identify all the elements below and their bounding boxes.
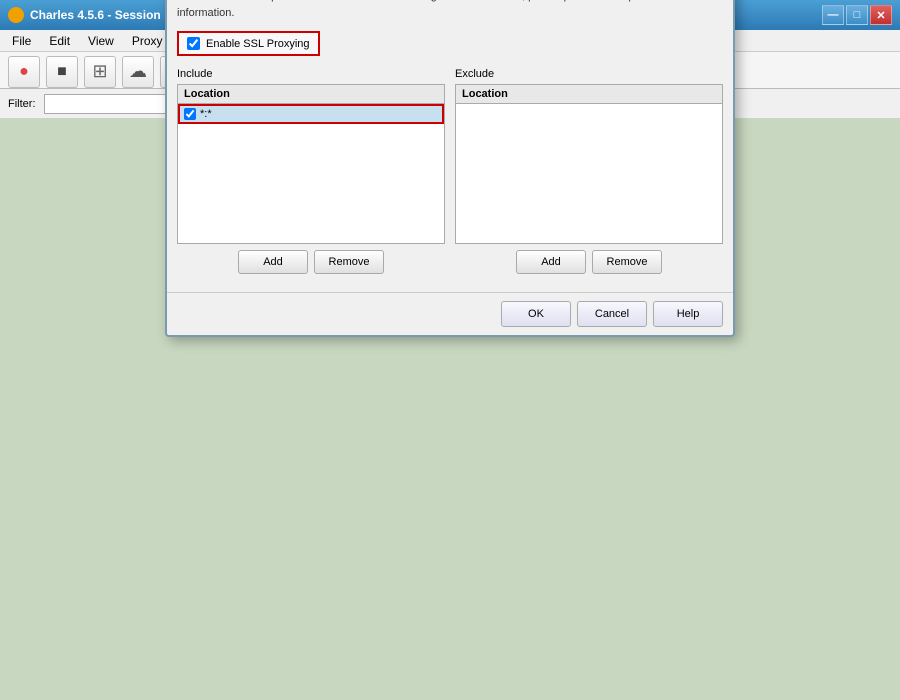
app-icon [8,7,24,23]
include-panel-buttons: Add Remove [177,250,445,274]
include-row-0-value: *:* [200,108,212,120]
ssl-proxying-dialog: S SSL Proxying Settings ✕ SSL Proxying S… [165,0,735,337]
include-remove-button[interactable]: Remove [314,250,384,274]
panels-row: Include Location *:* Add Remove [177,68,723,274]
minimize-button[interactable]: — [822,5,844,25]
cloud-button[interactable]: ☁ [122,56,154,88]
exclude-add-button[interactable]: Add [516,250,586,274]
browse-button[interactable]: ⊞ [84,56,116,88]
menu-edit[interactable]: Edit [41,32,78,50]
record-button[interactable]: ● [8,56,40,88]
include-column-header: Location [178,85,444,104]
exclude-location-table: Location [455,84,723,244]
app-close-button[interactable]: ✕ [870,5,892,25]
enable-ssl-checkbox[interactable] [187,37,200,50]
menu-file[interactable]: File [4,32,39,50]
dialog-footer: OK Cancel Help [167,292,733,335]
include-panel: Include Location *:* Add Remove [177,68,445,274]
ok-button[interactable]: OK [501,301,571,327]
description-text: Charles can show you the plain text cont… [177,0,723,21]
include-row-0[interactable]: *:* [178,104,444,124]
cancel-button[interactable]: Cancel [577,301,647,327]
dialog-content: SSL Proxying Server Certificates Client … [167,0,733,292]
menu-proxy[interactable]: Proxy [124,32,171,50]
stop-button[interactable]: ■ [46,56,78,88]
help-button[interactable]: Help [653,301,723,327]
enable-ssl-area: Enable SSL Proxying [177,31,320,56]
include-label: Include [177,68,445,80]
enable-ssl-label: Enable SSL Proxying [206,38,310,50]
app-title: Charles 4.5.6 - Session 1 [30,8,171,22]
exclude-label: Exclude [455,68,723,80]
include-row-0-checkbox[interactable] [184,108,196,120]
exclude-panel-buttons: Add Remove [455,250,723,274]
menu-view[interactable]: View [80,32,122,50]
include-add-button[interactable]: Add [238,250,308,274]
exclude-column-header: Location [456,85,722,104]
exclude-panel: Exclude Location Add Remove [455,68,723,274]
exclude-remove-button[interactable]: Remove [592,250,662,274]
include-location-table: Location *:* [177,84,445,244]
filter-label: Filter: [8,98,36,110]
maximize-button[interactable]: □ [846,5,868,25]
